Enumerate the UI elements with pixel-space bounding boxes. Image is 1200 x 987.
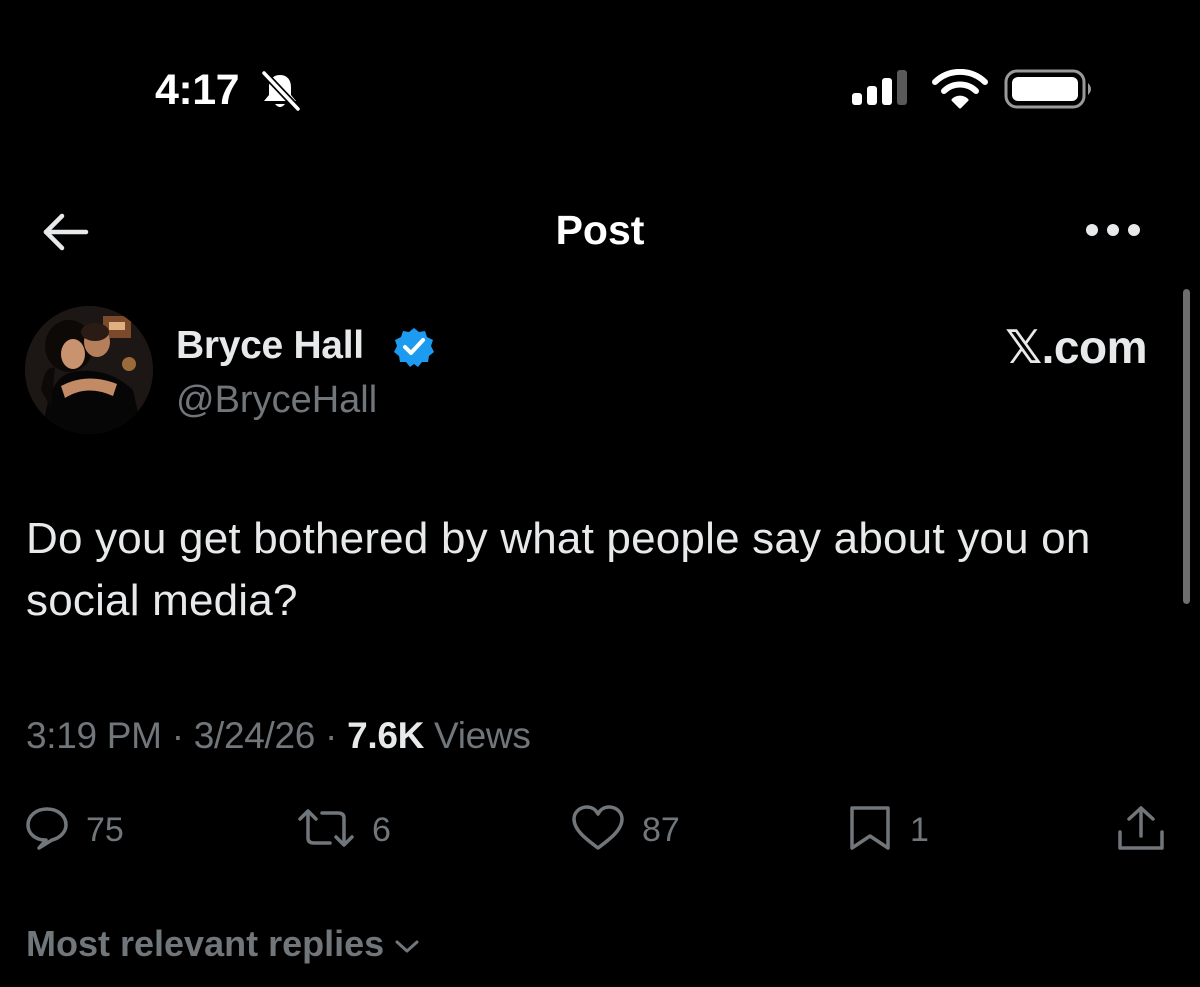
status-time: 4:17 — [155, 66, 240, 114]
views-label: Views — [434, 715, 531, 756]
meta-separator: · — [325, 715, 338, 756]
replies-sort-dropdown[interactable]: Most relevant replies — [26, 920, 420, 968]
reply-count: 75 — [86, 811, 124, 849]
author-name[interactable]: Bryce Hall — [176, 322, 364, 370]
bookmark-button[interactable]: 1 — [846, 804, 929, 857]
replies-sort-label: Most relevant replies — [26, 923, 385, 964]
author-handle[interactable]: @BryceHall — [176, 376, 377, 424]
repost-count: 6 — [372, 811, 391, 849]
post-time: 3:19 PM — [26, 715, 162, 756]
views-count: 7.6K — [347, 715, 425, 756]
cellular-signal-icon — [850, 69, 912, 112]
repost-icon — [296, 805, 356, 856]
bookmark-count: 1 — [910, 811, 929, 849]
bell-slash-icon — [258, 70, 302, 117]
wifi-icon — [932, 68, 988, 114]
repost-button[interactable]: 6 — [296, 806, 391, 854]
meta-separator: · — [171, 715, 184, 756]
battery-icon — [1004, 68, 1096, 115]
post-text: Do you get bothered by what people say a… — [26, 514, 1091, 625]
like-button[interactable]: 87 — [570, 804, 680, 857]
page-title: Post — [555, 207, 645, 253]
bookmark-icon — [846, 804, 894, 857]
reply-button[interactable]: 75 — [24, 806, 124, 854]
verified-badge-icon — [393, 326, 435, 373]
like-count: 87 — [642, 811, 680, 849]
post-meta: 3:19 PM · 3/24/26 · 7.6K Views — [26, 712, 531, 760]
more-horizontal-icon[interactable] — [1084, 218, 1142, 247]
avatar[interactable] — [25, 306, 153, 434]
watermark: 𝕏.com — [1005, 321, 1147, 373]
post-date: 3/24/26 — [193, 715, 316, 756]
share-button[interactable] — [1116, 804, 1166, 857]
share-icon — [1116, 804, 1166, 857]
reply-icon — [24, 805, 70, 856]
chevron-down-icon — [384, 920, 420, 968]
scrollbar[interactable] — [1183, 289, 1190, 604]
heart-icon — [570, 804, 626, 857]
